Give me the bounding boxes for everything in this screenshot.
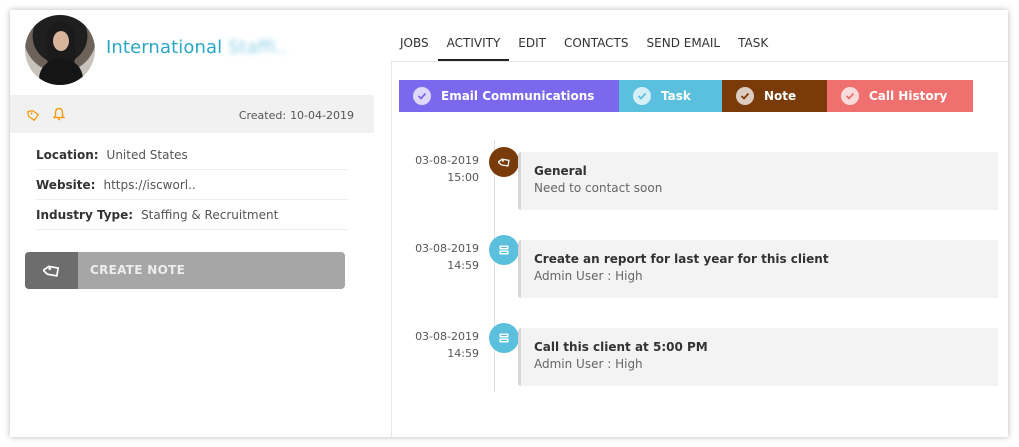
timeline-date-day: 03-08-2019 [415, 154, 479, 167]
info-row-location: Location: United States [36, 140, 348, 170]
filter-label: Task [661, 89, 691, 103]
company-name-visible: International [106, 37, 223, 58]
task-icon [489, 235, 519, 265]
create-note-button[interactable]: CREATE NOTE [25, 252, 345, 289]
tab-contacts[interactable]: CONTACTS [555, 30, 638, 62]
company-name-blurred: Staffi.. [228, 37, 288, 58]
check-icon [736, 87, 754, 105]
timeline-date: 03-08-2019 15:00 [409, 152, 479, 186]
bell-icon[interactable] [52, 106, 66, 125]
check-icon [413, 87, 431, 105]
timeline-item-title: General [534, 164, 587, 178]
task-icon [489, 323, 519, 353]
created-value: 10-04-2019 [290, 109, 354, 122]
filter-note[interactable]: Note [722, 80, 827, 112]
timeline-date-time: 14:59 [447, 259, 479, 272]
note-tag-icon [25, 252, 78, 289]
timeline-date-time: 15:00 [447, 171, 479, 184]
info-row-website: Website: https://iscworl.. [36, 170, 348, 200]
info-label: Website: [36, 177, 96, 192]
timeline-item-subtitle: Admin User : High [534, 269, 643, 283]
timeline-date-day: 03-08-2019 [415, 330, 479, 343]
filter-label: Call History [869, 89, 948, 103]
tab-activity[interactable]: ACTIVITY [437, 30, 510, 62]
filter-email-communications[interactable]: Email Communications [399, 80, 619, 112]
tab-task[interactable]: TASK [729, 30, 777, 62]
created-label: Created: [238, 109, 287, 122]
filter-task[interactable]: Task [619, 80, 722, 112]
tab-send-email[interactable]: SEND EMAIL [638, 30, 730, 62]
filter-label: Note [764, 89, 797, 103]
tag-icon [489, 147, 519, 177]
tab-bar: JOBS ACTIVITY EDIT CONTACTS SEND EMAIL T… [391, 30, 777, 62]
tab-jobs[interactable]: JOBS [391, 30, 438, 62]
filter-label: Email Communications [441, 89, 595, 103]
timeline-item[interactable]: General Need to contact soon [518, 152, 998, 210]
filter-call-history[interactable]: Call History [827, 80, 973, 112]
company-sidebar: International Staffi.. Created: 10-04-201… [10, 10, 375, 437]
timeline-date: 03-08-2019 14:59 [409, 328, 479, 362]
info-value: Staffing & Recruitment [141, 207, 279, 222]
panel-divider [391, 62, 392, 437]
timeline-item[interactable]: Create an report for last year for this … [518, 240, 998, 298]
timeline-date-day: 03-08-2019 [415, 242, 479, 255]
tab-edit[interactable]: EDIT [509, 30, 555, 62]
timeline-date: 03-08-2019 14:59 [409, 240, 479, 274]
timeline-item-title: Create an report for last year for this … [534, 252, 829, 266]
check-icon [633, 87, 651, 105]
company-info-list: Location: United States Website: https:/… [36, 140, 348, 230]
created-date: Created: 10-04-2019 [239, 109, 354, 122]
activity-filter-bar: Email Communications Task Note Call Hist… [399, 80, 973, 112]
timeline-item-title: Call this client at 5:00 PM [534, 340, 708, 354]
tag-icon[interactable] [27, 107, 40, 126]
create-note-label: CREATE NOTE [90, 263, 186, 277]
website-link[interactable]: https://iscworl.. [103, 178, 195, 192]
timeline-line [494, 140, 495, 392]
timeline-date-time: 14:59 [447, 347, 479, 360]
info-row-industry: Industry Type: Staffing & Recruitment [36, 200, 348, 230]
info-value: United States [106, 147, 188, 162]
company-avatar [25, 15, 95, 85]
timeline-item-subtitle: Admin User : High [534, 357, 643, 371]
timeline-item[interactable]: Call this client at 5:00 PM Admin User :… [518, 328, 998, 386]
company-name: International Staffi.. [106, 37, 287, 58]
info-label: Location: [36, 147, 99, 162]
tab-underline [391, 61, 1008, 62]
company-meta-bar: Created: 10-04-2019 [10, 95, 374, 133]
check-icon [841, 87, 859, 105]
info-label: Industry Type: [36, 207, 134, 222]
timeline-item-subtitle: Need to contact soon [534, 181, 663, 195]
